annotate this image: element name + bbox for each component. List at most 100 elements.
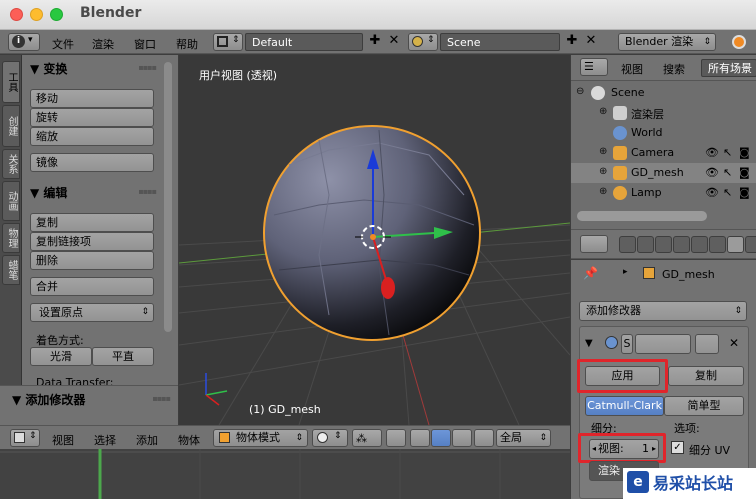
select-arrow-icon[interactable]: ↖ <box>723 146 732 159</box>
grip-icon[interactable]: ▪▪▪▪ <box>152 394 171 403</box>
scene-tab-icon[interactable] <box>655 236 672 253</box>
vp-menu-view[interactable]: 视图 <box>52 432 74 448</box>
transform-panel-header[interactable]: ▼ 变换 <box>30 60 67 77</box>
close-window-button[interactable] <box>10 8 23 21</box>
object-tab-icon[interactable] <box>691 236 708 253</box>
copy-modifier-button[interactable]: 复制 <box>668 366 744 386</box>
outliner-menu-view[interactable]: 视图 <box>621 61 643 77</box>
rotate-manipulator-icon[interactable] <box>431 429 451 447</box>
pivot-point-dropdown[interactable]: ⁂ <box>352 429 382 447</box>
scale-button[interactable]: 缩放 <box>30 127 154 146</box>
tab-relations[interactable]: 关系 <box>2 149 20 179</box>
vp-menu-add[interactable]: 添加 <box>136 432 158 448</box>
outliner-menu-search[interactable]: 搜索 <box>663 61 685 77</box>
tab-create[interactable]: 创建 <box>2 105 20 147</box>
tab-tools[interactable]: 工具 <box>2 61 20 103</box>
constraints-tab-icon[interactable] <box>709 236 726 253</box>
render-camera-icon[interactable]: ◙ <box>739 146 750 159</box>
tool-shelf-scrollbar[interactable] <box>164 62 172 332</box>
outliner-editor-type-button[interactable]: ☰ <box>580 58 608 76</box>
outliner-row-camera[interactable]: ⊕ Camera 👁 ↖ ◙ <box>571 143 756 163</box>
scene-picker-button[interactable]: ⇕ <box>408 33 438 51</box>
menu-window[interactable]: 窗口 <box>134 36 156 52</box>
menu-help[interactable]: 帮助 <box>176 36 198 52</box>
outliner-row-scene[interactable]: ⊖ Scene <box>571 83 756 103</box>
grip-icon[interactable]: ▪▪▪▪ <box>138 187 157 196</box>
timeline-area[interactable] <box>0 449 570 499</box>
add-modifier-panel-header[interactable]: ▼ 添加修改器 <box>12 391 85 408</box>
render-engine-dropdown[interactable]: Blender 渲染 ⇕ <box>618 33 716 51</box>
tab-simple[interactable]: 简单型 <box>664 396 744 416</box>
duplicate-button[interactable]: 复制 <box>30 213 154 232</box>
transform-orientation-icon[interactable] <box>474 429 494 447</box>
delete-button[interactable]: 删除 <box>30 251 154 270</box>
delete-layout-icon[interactable]: ✕ <box>385 33 403 51</box>
tab-catmull-clark[interactable]: Catmull-Clark <box>585 396 664 416</box>
add-scene-icon[interactable]: ✚ <box>563 33 581 51</box>
select-arrow-icon[interactable]: ↖ <box>723 166 732 179</box>
pin-icon[interactable]: 📌 <box>583 266 598 280</box>
data-tab-icon[interactable] <box>745 236 756 253</box>
delete-scene-icon[interactable]: ✕ <box>582 33 600 51</box>
3d-viewport[interactable]: 用户视图 (透视) (1) GD_mesh <box>179 55 570 425</box>
expand-icon[interactable]: ⊕ <box>599 186 607 197</box>
menu-file[interactable]: 文件 <box>52 36 74 52</box>
expand-icon[interactable]: ⊕ <box>599 166 607 177</box>
world-tab-icon[interactable] <box>673 236 690 253</box>
tab-physics[interactable]: 物理 <box>2 223 20 253</box>
join-button[interactable]: 合并 <box>30 277 154 296</box>
move-button[interactable]: 移动 <box>30 89 154 108</box>
remove-modifier-icon[interactable]: ✕ <box>729 336 739 350</box>
add-modifier-dropdown[interactable]: 添加修改器 ⇕ <box>579 301 747 321</box>
edit-panel-header[interactable]: ▼ 编辑 <box>30 184 67 201</box>
scale-manipulator-icon[interactable] <box>452 429 472 447</box>
interaction-mode-dropdown[interactable]: 物体模式 ⇕ <box>213 429 308 447</box>
visibility-eye-icon[interactable]: 👁 <box>705 166 719 179</box>
properties-editor-type-button[interactable] <box>580 235 608 253</box>
scene-name-field[interactable]: Scene <box>440 33 560 51</box>
outliner-scrollbar[interactable] <box>577 211 707 221</box>
manipulator-toggle-icon[interactable] <box>386 429 406 447</box>
collapse-arrow-icon[interactable]: ▼ <box>585 338 593 349</box>
modifier-name-field[interactable]: S <box>621 334 633 354</box>
grip-icon[interactable]: ▪▪▪▪ <box>138 63 157 72</box>
outliner-scope-dropdown[interactable]: 所有场景 <box>701 59 756 77</box>
translate-manipulator-icon[interactable] <box>410 429 430 447</box>
render-camera-icon[interactable]: ◙ <box>739 186 750 199</box>
mirror-button[interactable]: 镜像 <box>30 153 154 172</box>
viewport-editor-type-button[interactable]: ⇕ <box>10 429 40 447</box>
outliner-row-lamp[interactable]: ⊕ Lamp 👁 ↖ ◙ <box>571 183 756 203</box>
layout-name-field[interactable]: Default <box>245 33 363 51</box>
expand-icon[interactable]: ⊕ <box>599 146 607 157</box>
collapse-icon[interactable]: ⊖ <box>576 86 584 97</box>
outliner-row-world[interactable]: World <box>571 123 756 143</box>
render-tab-icon[interactable] <box>619 236 636 253</box>
render-camera-icon[interactable]: ◙ <box>739 166 750 179</box>
set-origin-dropdown[interactable]: 设置原点 ⇕ <box>30 303 154 322</box>
viewport-shading-dropdown[interactable]: ⇕ <box>312 429 348 447</box>
visibility-eye-icon[interactable]: 👁 <box>705 146 719 159</box>
expand-icon[interactable]: ⊕ <box>599 106 607 117</box>
outliner-row-gd-mesh[interactable]: ⊕ GD_mesh 👁 ↖ ◙ <box>571 163 756 183</box>
rotate-button[interactable]: 旋转 <box>30 108 154 127</box>
visibility-eye-icon[interactable]: 👁 <box>705 186 719 199</box>
tab-animation[interactable]: 动画 <box>2 181 20 221</box>
select-arrow-icon[interactable]: ↖ <box>723 186 732 199</box>
vp-menu-select[interactable]: 选择 <box>94 432 116 448</box>
orientation-dropdown[interactable]: 全局 ⇕ <box>496 429 551 447</box>
editor-type-button[interactable]: i ▾ <box>8 33 40 51</box>
render-layers-tab-icon[interactable] <box>637 236 654 253</box>
add-layout-icon[interactable]: ✚ <box>366 33 384 51</box>
minimize-window-button[interactable] <box>30 8 43 21</box>
shade-flat-button[interactable]: 平直 <box>92 347 154 366</box>
duplicate-linked-button[interactable]: 复制链接项 <box>30 232 154 251</box>
tab-grease-pencil[interactable]: 蜡笔 <box>2 255 20 285</box>
modifier-visibility-toggles[interactable] <box>635 334 691 354</box>
menu-render[interactable]: 渲染 <box>92 36 114 52</box>
maximize-window-button[interactable] <box>50 8 63 21</box>
move-up-down-icon[interactable] <box>695 334 719 354</box>
shade-smooth-button[interactable]: 光滑 <box>30 347 92 366</box>
modifiers-tab-icon[interactable] <box>727 236 744 253</box>
layout-picker-button[interactable]: ⇕ <box>213 33 243 51</box>
outliner-row-render-layers[interactable]: ⊕ 渲染层 <box>571 103 756 123</box>
